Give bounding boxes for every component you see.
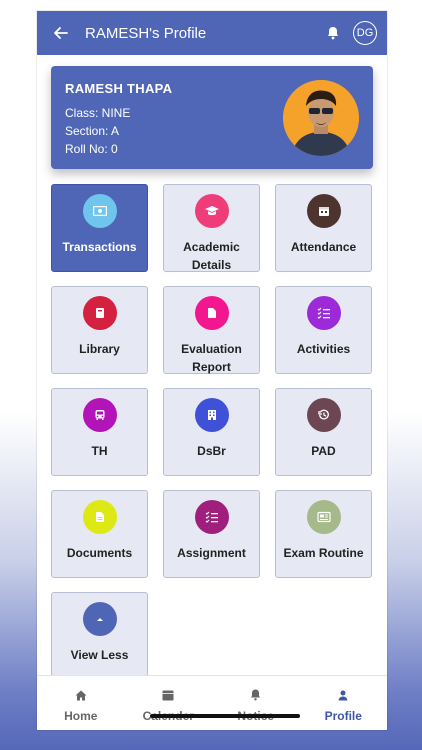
student-name: RAMESH THAPA — [65, 81, 173, 96]
tile-activities[interactable]: Activities — [275, 286, 372, 374]
calendar-icon — [306, 194, 341, 228]
notification-bell-icon[interactable] — [323, 23, 343, 43]
tile-dsbr[interactable]: DsBr — [163, 388, 260, 476]
home-indicator — [150, 714, 300, 718]
bottom-tab-bar: Home Calender Notice Profile — [37, 675, 387, 730]
tile-attendance[interactable]: Attendance — [275, 184, 372, 272]
home-icon — [74, 688, 88, 702]
tile-label: Documents — [66, 546, 133, 560]
tab-label: Profile — [324, 709, 362, 723]
tile-assignment[interactable]: Assignment — [163, 490, 260, 578]
newspaper-icon — [306, 500, 341, 534]
tile-label: View Less — [70, 648, 129, 662]
tile-evaluation-report[interactable]: Evaluation Report — [163, 286, 260, 374]
chevron-up-icon — [82, 602, 117, 636]
document-icon — [194, 296, 229, 330]
bell-icon — [249, 688, 263, 702]
tile-label: Transactions — [62, 240, 137, 254]
tile-transactions[interactable]: Transactions — [51, 184, 148, 272]
tile-th[interactable]: TH — [51, 388, 148, 476]
bus-icon — [82, 398, 117, 432]
tab-profile[interactable]: Profile — [300, 676, 388, 730]
tile-label: Evaluation Report — [181, 342, 242, 374]
tile-label: Exam Routine — [283, 546, 364, 560]
student-section: Section: A — [65, 124, 120, 138]
tile-library[interactable]: Library — [51, 286, 148, 374]
tile-label: Assignment — [177, 546, 246, 560]
tab-calender[interactable]: Calender — [125, 676, 213, 730]
student-class: Class: NINE — [65, 106, 131, 120]
history-icon — [306, 398, 341, 432]
tile-label: DsBr — [197, 444, 226, 458]
calendar-icon — [161, 688, 175, 702]
tile-academic-details[interactable]: Academic Details — [163, 184, 260, 272]
tile-pad[interactable]: PAD — [275, 388, 372, 476]
tile-label: Attendance — [290, 240, 357, 254]
tile-label: Library — [79, 342, 120, 356]
tile-label: Activities — [296, 342, 351, 356]
tile-documents[interactable]: Documents — [51, 490, 148, 578]
graduation-cap-icon — [194, 194, 229, 228]
student-roll: Roll No: 0 — [65, 142, 118, 156]
file-icon — [82, 500, 117, 534]
app-screen: RAMESH's Profile DG RAMESH THAPA Class: … — [37, 11, 387, 730]
money-icon — [82, 194, 117, 228]
tile-view-less[interactable]: View Less — [51, 592, 148, 684]
tab-home[interactable]: Home — [37, 676, 125, 730]
user-avatar-button[interactable]: DG — [353, 21, 377, 45]
tile-label: TH — [91, 444, 108, 458]
checklist-icon — [306, 296, 341, 330]
person-icon — [336, 688, 350, 702]
tab-notice[interactable]: Notice — [212, 676, 300, 730]
tile-label: Academic Details — [183, 240, 240, 272]
back-arrow-icon[interactable] — [51, 23, 71, 43]
tab-label: Home — [64, 709, 98, 723]
app-bar: RAMESH's Profile DG — [37, 11, 387, 55]
student-photo — [283, 80, 359, 156]
profile-card: RAMESH THAPA Class: NINE Section: A Roll… — [51, 66, 373, 169]
book-icon — [82, 296, 117, 330]
tile-exam-routine[interactable]: Exam Routine — [275, 490, 372, 578]
page-title: RAMESH's Profile — [85, 24, 207, 42]
building-icon — [194, 398, 229, 432]
tile-label: PAD — [311, 444, 336, 458]
checklist-icon — [194, 500, 229, 534]
